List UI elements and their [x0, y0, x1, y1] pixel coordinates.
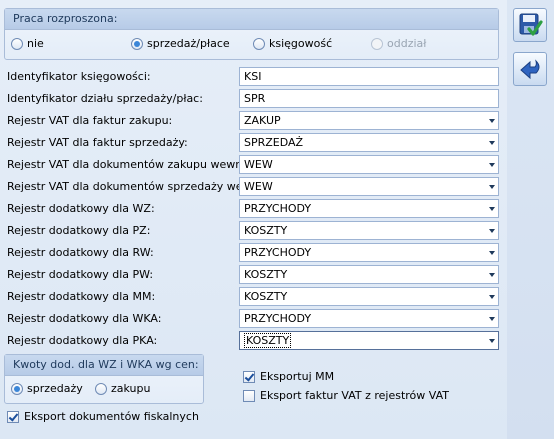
chevron-down-icon[interactable]	[489, 141, 495, 145]
field-value: PRZYCHODY	[244, 202, 312, 215]
radio-circle	[131, 37, 143, 50]
radio-zakupu[interactable]: zakupu	[95, 382, 150, 395]
field-label: Rejestr dodatkowy dla PW:	[7, 268, 154, 281]
radio-circle	[95, 382, 107, 395]
field-select[interactable]: PRZYCHODY	[239, 243, 499, 262]
field-select[interactable]: SPRZEDAŻ	[239, 133, 499, 152]
radio-label: zakupu	[111, 382, 151, 395]
field-input[interactable]: KSI	[239, 67, 499, 86]
chevron-down-icon[interactable]	[489, 339, 495, 343]
field-select[interactable]: WEW	[239, 155, 499, 174]
checkbox-box	[7, 410, 19, 423]
eksport-faktur-vat-checkbox[interactable]: Eksport faktur VAT z rejestrów VAT	[243, 389, 449, 402]
field-value: WEW	[244, 158, 273, 171]
radio-sprzedazy[interactable]: sprzedaży	[11, 382, 83, 395]
radio-ksiegowosc[interactable]: księgowość	[253, 37, 332, 50]
radio-label: sprzedaży	[27, 382, 83, 395]
field-value: ZAKUP	[244, 114, 281, 127]
field-label: Rejestr dodatkowy dla RW:	[7, 246, 154, 259]
checkbox-label: Eksportuj MM	[260, 370, 335, 383]
praca-rozproszona-title: Praca rozproszona:	[5, 9, 498, 30]
radio-circle	[11, 382, 23, 395]
chevron-down-icon[interactable]	[489, 273, 495, 277]
chevron-down-icon[interactable]	[489, 119, 495, 123]
chevron-down-icon[interactable]	[489, 251, 495, 255]
field-label: Rejestr VAT dla dokumentów zakupu wewn.:	[7, 158, 250, 171]
side-toolbar	[507, 0, 554, 439]
radio-circle	[253, 37, 265, 50]
field-select[interactable]: KOSZTY	[239, 221, 499, 240]
field-value: SPR	[244, 92, 266, 105]
field-value: WEW	[244, 180, 273, 193]
chevron-down-icon[interactable]	[489, 207, 495, 211]
field-select[interactable]: KOSZTY	[239, 265, 499, 284]
praca-rozproszona-group: Praca rozproszona: nie sprzedaż/płace ks…	[4, 8, 499, 60]
field-value: PRZYCHODY	[244, 246, 312, 259]
field-select[interactable]: WEW	[239, 177, 499, 196]
field-label: Rejestr VAT dla faktur sprzedaży:	[7, 136, 188, 149]
checkbox-label: Eksport faktur VAT z rejestrów VAT	[260, 389, 449, 402]
radio-sprzedaz-place[interactable]: sprzedaż/płace	[131, 37, 230, 50]
eksport-dokumentow-fiskalnych-checkbox[interactable]: Eksport dokumentów fiskalnych	[7, 410, 199, 423]
settings-panel: Praca rozproszona: nie sprzedaż/płace ks…	[0, 0, 508, 439]
kwoty-title: Kwoty dod. dla WZ i WKA wg cen:	[5, 355, 203, 376]
field-label: Rejestr dodatkowy dla PZ:	[7, 224, 151, 237]
field-input[interactable]: SPR	[239, 89, 499, 108]
field-select[interactable]: KOSZTY	[239, 287, 499, 306]
field-value: PRZYCHODY	[244, 312, 312, 325]
field-value: KOSZTY	[244, 268, 288, 281]
eksportuj-mm-checkbox[interactable]: Eksportuj MM	[243, 370, 334, 383]
radio-label: sprzedaż/płace	[147, 37, 230, 50]
checkbox-label: Eksport dokumentów fiskalnych	[24, 410, 199, 423]
chevron-down-icon[interactable]	[489, 317, 495, 321]
undo-arrow-icon	[520, 59, 540, 80]
field-value: KSI	[244, 70, 262, 83]
field-label: Rejestr VAT dla faktur zakupu:	[7, 114, 173, 127]
radio-circle	[371, 37, 383, 50]
field-value: SPRZEDAŻ	[244, 136, 304, 149]
kwoty-group: Kwoty dod. dla WZ i WKA wg cen: sprzedaż…	[4, 354, 204, 404]
checkbox-box	[243, 370, 255, 383]
field-select[interactable]: KOSZTY	[239, 331, 499, 350]
radio-label: nie	[27, 37, 44, 50]
chevron-down-icon[interactable]	[489, 229, 495, 233]
field-label: Rejestr dodatkowy dla PKA:	[7, 334, 158, 347]
field-select[interactable]: ZAKUP	[239, 111, 499, 130]
field-label: Identyfikator działu sprzedaży/płac:	[7, 92, 203, 105]
field-label: Rejestr VAT dla dokumentów sprzedaży wew…	[7, 180, 266, 193]
field-label: Rejestr dodatkowy dla MM:	[7, 290, 156, 303]
save-button[interactable]	[513, 8, 547, 42]
radio-circle	[11, 37, 23, 50]
radio-nie[interactable]: nie	[11, 37, 44, 50]
chevron-down-icon[interactable]	[489, 185, 495, 189]
field-label: Rejestr dodatkowy dla WZ:	[7, 202, 155, 215]
radio-label: oddział	[387, 37, 427, 50]
chevron-down-icon[interactable]	[489, 295, 495, 299]
field-label: Identyfikator księgowości:	[7, 70, 151, 83]
field-label: Rejestr dodatkowy dla WKA:	[7, 312, 162, 325]
save-check-icon	[519, 13, 543, 36]
radio-label: księgowość	[269, 37, 333, 50]
field-value: KOSZTY	[244, 333, 292, 348]
field-value: KOSZTY	[244, 290, 288, 303]
chevron-down-icon[interactable]	[489, 163, 495, 167]
field-select[interactable]: PRZYCHODY	[239, 199, 499, 218]
undo-button[interactable]	[513, 52, 547, 86]
field-value: KOSZTY	[244, 224, 288, 237]
radio-oddzial: oddział	[371, 37, 426, 50]
checkbox-box	[243, 389, 255, 402]
field-select[interactable]: PRZYCHODY	[239, 309, 499, 328]
